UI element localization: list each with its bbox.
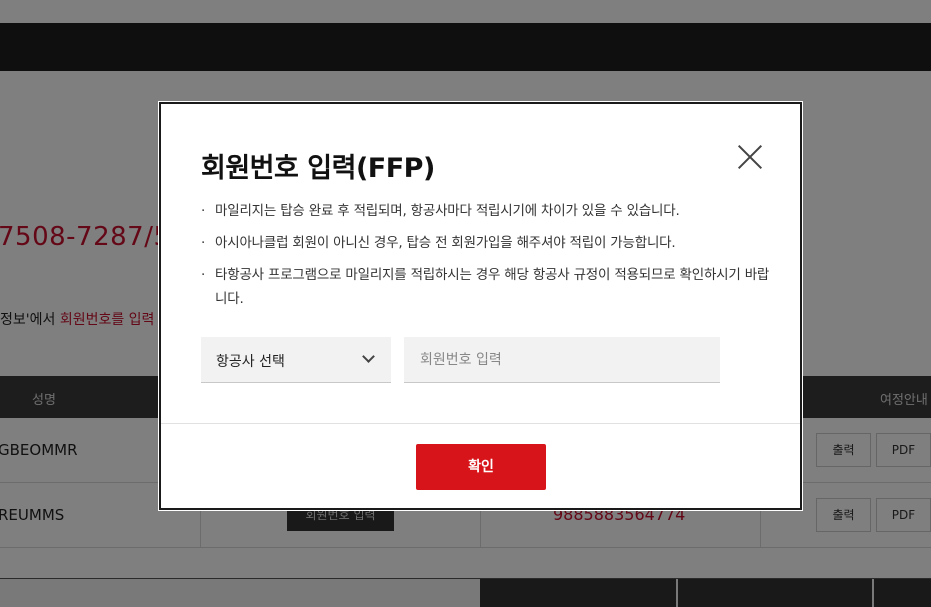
airline-select-value: 항공사 선택: [216, 354, 285, 370]
ffp-modal: 회원번호 입력(FFP) 마일리지는 탑승 완료 후 적립되며, 항공사마다 적…: [159, 102, 802, 510]
member-number-input[interactable]: [404, 337, 720, 383]
notice-item: 아시아나클럽 회원이 아니신 경우, 탑승 전 회원가입을 해주셔야 적립이 가…: [201, 231, 771, 255]
close-icon[interactable]: [735, 142, 765, 172]
notice-item: 타항공사 프로그램으로 마일리지를 적립하시는 경우 해당 항공사 규정이 적용…: [201, 263, 771, 311]
airline-select[interactable]: 항공사 선택: [201, 337, 391, 383]
modal-divider: [161, 423, 800, 424]
notice-list: 마일리지는 탑승 완료 후 적립되며, 항공사마다 적립시기에 차이가 있을 수…: [201, 199, 771, 319]
modal-title: 회원번호 입력(FFP): [201, 153, 435, 184]
chevron-down-icon: [362, 350, 375, 363]
notice-item: 마일리지는 탑승 완료 후 적립되며, 항공사마다 적립시기에 차이가 있을 수…: [201, 199, 771, 223]
confirm-button[interactable]: 확인: [416, 444, 546, 490]
